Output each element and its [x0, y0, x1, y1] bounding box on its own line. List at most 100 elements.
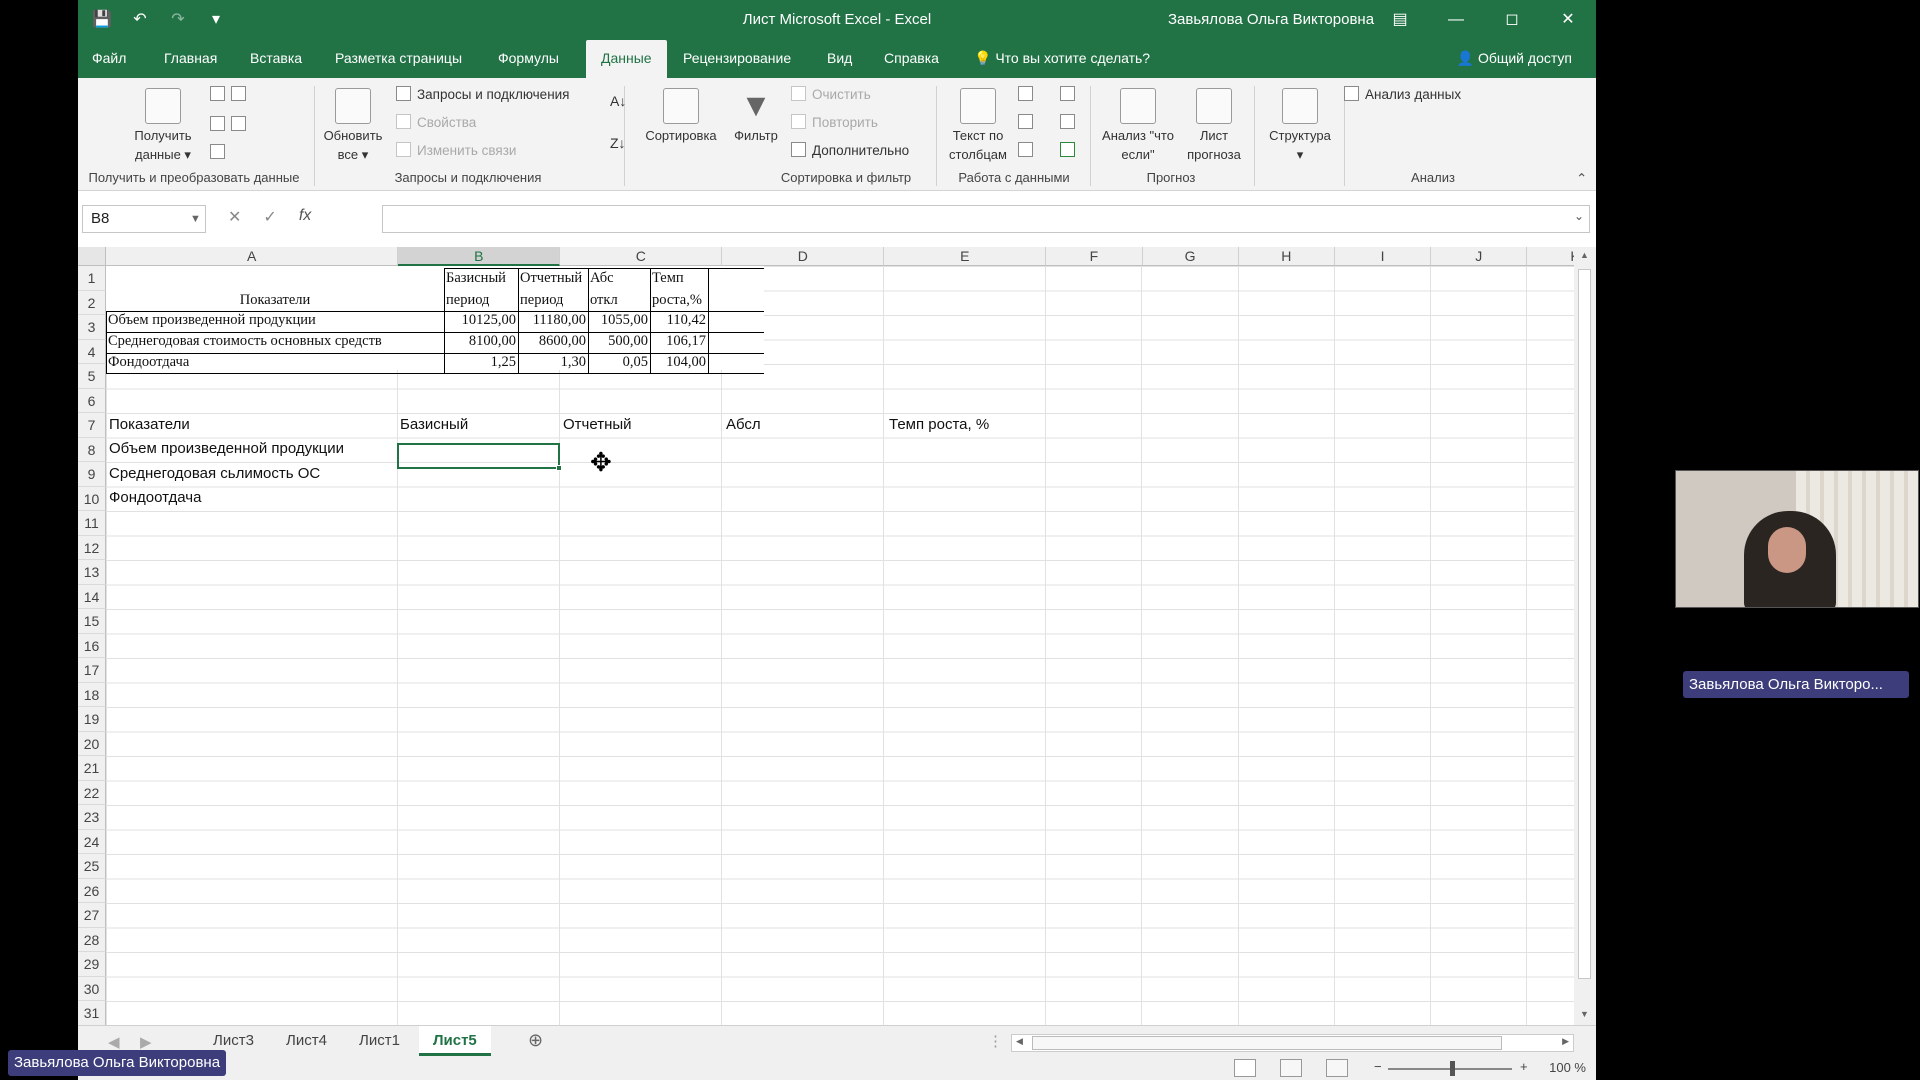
forecast-sheet-button[interactable]: Лист прогноза	[1182, 88, 1246, 164]
worksheet-grid[interactable]: ABCDEFGHIJKL 123456789101112131415161718…	[78, 247, 1596, 1026]
cell-A8[interactable]: Объем произведенной продукции	[106, 437, 344, 461]
minimize-icon[interactable]: —	[1428, 0, 1484, 40]
ribbon-display-icon[interactable]: ▤	[1372, 0, 1428, 40]
cell-A7[interactable]: Показатели	[106, 413, 190, 437]
vertical-scroll-thumb[interactable]	[1578, 269, 1591, 979]
row-header-5[interactable]: 5	[78, 364, 106, 389]
close-icon[interactable]: ✕	[1540, 0, 1596, 40]
row-header-10[interactable]: 10	[78, 486, 106, 511]
data-analysis-button[interactable]: Анализ данных	[1344, 86, 1461, 104]
column-header-A[interactable]: A	[106, 247, 399, 266]
queries-button[interactable]: Запросы и подключения	[396, 86, 570, 104]
name-box[interactable]: B8	[82, 205, 206, 233]
fill-handle[interactable]	[556, 465, 562, 471]
row-header-11[interactable]: 11	[78, 511, 106, 536]
row-header-12[interactable]: 12	[78, 535, 106, 560]
column-header-D[interactable]: D	[722, 247, 885, 266]
tab-page-layout[interactable]: Разметка страницы	[335, 50, 462, 66]
page-layout-view-icon[interactable]	[1280, 1059, 1302, 1077]
tab-review[interactable]: Рецензирование	[683, 50, 791, 66]
row-header-30[interactable]: 30	[78, 976, 106, 1001]
sheet-tab-active[interactable]: Лист5	[419, 1026, 491, 1056]
sort-za-icon[interactable]: Z↓	[610, 134, 626, 152]
scroll-left-icon[interactable]: ◀	[1016, 1036, 1023, 1047]
tell-me-search[interactable]: 💡 Что вы хотите сделать?	[974, 50, 1150, 67]
cell-D7[interactable]: Абсл	[723, 413, 761, 437]
row-header-25[interactable]: 25	[78, 854, 106, 879]
formula-input[interactable]	[382, 205, 1590, 233]
row-header-14[interactable]: 14	[78, 584, 106, 609]
row-header-20[interactable]: 20	[78, 731, 106, 756]
zoom-in-icon[interactable]: +	[1520, 1059, 1528, 1074]
cell-B7[interactable]: Базисный	[397, 413, 468, 437]
sheet-tab[interactable]: Лист1	[359, 1032, 400, 1049]
consolidate-icon[interactable]	[1060, 86, 1081, 104]
zoom-out-icon[interactable]: −	[1374, 1059, 1382, 1074]
tab-insert[interactable]: Вставка	[250, 50, 302, 66]
get-data-button[interactable]: Получить данные ▾	[128, 88, 198, 164]
column-header-J[interactable]: J	[1431, 247, 1528, 266]
cell-A10[interactable]: Фондоотдача	[106, 486, 201, 510]
vertical-scrollbar[interactable]: ▲ ▼	[1574, 247, 1596, 1025]
from-table-icon[interactable]	[210, 144, 231, 162]
cell-area[interactable]	[106, 266, 1574, 1025]
relationships-icon[interactable]	[1060, 114, 1081, 132]
insert-function-icon[interactable]: fx	[299, 207, 311, 227]
share-button[interactable]: 👤 Общий доступ	[1457, 50, 1572, 67]
scroll-down-icon[interactable]: ▼	[1580, 1009, 1589, 1019]
scroll-up-icon[interactable]: ▲	[1580, 250, 1589, 260]
row-header-6[interactable]: 6	[78, 388, 106, 413]
reapply-button[interactable]: Повторить	[791, 114, 878, 132]
column-header-I[interactable]: I	[1334, 247, 1432, 266]
row-header-15[interactable]: 15	[78, 609, 106, 634]
row-header-3[interactable]: 3	[78, 315, 106, 340]
row-header-8[interactable]: 8	[78, 437, 106, 462]
split-handle-icon[interactable]: ⋮	[988, 1032, 1003, 1050]
active-cell-B8[interactable]	[397, 443, 560, 469]
row-header-17[interactable]: 17	[78, 658, 106, 683]
cell-E7[interactable]: Темп роста, %	[886, 413, 989, 437]
row-header-19[interactable]: 19	[78, 707, 106, 732]
zoom-slider-thumb[interactable]	[1450, 1061, 1455, 1076]
scroll-right-icon[interactable]: ▶	[1562, 1036, 1569, 1047]
row-header-27[interactable]: 27	[78, 903, 106, 928]
maximize-icon[interactable]: ◻	[1484, 0, 1540, 40]
remove-duplicates-icon[interactable]	[1018, 114, 1039, 132]
filter-button[interactable]: ▼ Фильтр	[728, 88, 784, 145]
page-break-view-icon[interactable]	[1326, 1059, 1348, 1077]
tab-data[interactable]: Данные	[586, 40, 667, 78]
column-header-G[interactable]: G	[1142, 247, 1239, 266]
row-header-26[interactable]: 26	[78, 878, 106, 903]
confirm-entry-icon[interactable]: ✓	[263, 207, 276, 227]
advanced-button[interactable]: Дополнительно	[791, 142, 909, 160]
name-box-dropdown-icon[interactable]: ▼	[190, 205, 201, 233]
flash-fill-icon[interactable]	[1018, 86, 1039, 104]
sort-button[interactable]: Сортировка	[640, 88, 722, 145]
text-to-columns-button[interactable]: Текст по столбцам	[940, 88, 1016, 164]
column-header-E[interactable]: E	[884, 247, 1047, 266]
clear-button[interactable]: Очистить	[791, 86, 871, 104]
row-header-31[interactable]: 31	[78, 1001, 106, 1026]
properties-button[interactable]: Свойства	[396, 114, 476, 132]
tab-home[interactable]: Главная	[164, 50, 217, 66]
row-header-23[interactable]: 23	[78, 805, 106, 830]
column-header-C[interactable]: C	[560, 247, 723, 266]
outline-button[interactable]: Структура ▾	[1258, 88, 1342, 164]
next-sheet-icon[interactable]: ▶	[140, 1033, 152, 1051]
sheet-tab[interactable]: Лист4	[286, 1032, 327, 1049]
zoom-level[interactable]: 100 %	[1549, 1060, 1586, 1075]
select-all-button[interactable]	[78, 247, 106, 266]
row-header-24[interactable]: 24	[78, 829, 106, 854]
add-sheet-icon[interactable]: ⊕	[528, 1030, 543, 1051]
row-header-9[interactable]: 9	[78, 462, 106, 487]
tab-help[interactable]: Справка	[884, 50, 939, 66]
row-header-7[interactable]: 7	[78, 413, 106, 438]
tab-file[interactable]: Файл	[92, 50, 126, 66]
row-header-1[interactable]: 1	[78, 266, 106, 291]
row-header-21[interactable]: 21	[78, 756, 106, 781]
from-text-icon[interactable]	[210, 86, 252, 104]
row-header-16[interactable]: 16	[78, 633, 106, 658]
row-header-2[interactable]: 2	[78, 290, 106, 315]
prev-sheet-icon[interactable]: ◀	[108, 1033, 120, 1051]
from-web-icon[interactable]	[210, 116, 252, 134]
